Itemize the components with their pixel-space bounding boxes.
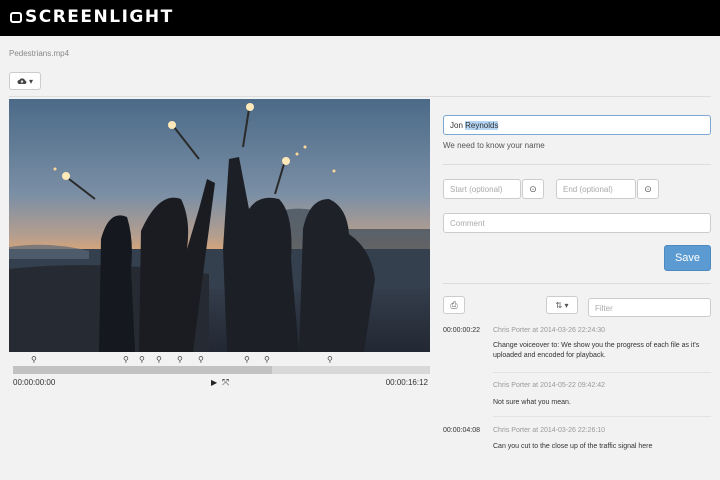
start-clock-button[interactable]: ⊙ (522, 179, 544, 199)
name-input-text: Jon (450, 121, 466, 130)
comment-meta: Chris Porter at 2014-03-26 22:26:10 (493, 427, 606, 434)
clock-icon: ⊙ (644, 183, 652, 194)
print-button[interactable]: ⎙ (443, 296, 465, 314)
logo-mark-icon (10, 11, 22, 23)
video-timeline: ⚲ ⚲ ⚲ ⚲ ⚲ ⚲ ⚲ ⚲ ⚲ 00:00:00:00 ▶ ⤧ 00:00:16:12 (9, 354, 430, 390)
comment-divider (493, 416, 711, 417)
video-frame-image (9, 103, 430, 352)
name-help-text: We need to know your name (443, 141, 545, 150)
clock-icon: ⊙ (529, 183, 537, 194)
comment-text: Not sure what you mean. (493, 399, 571, 406)
comment-marker-icon[interactable]: ⚲ (123, 355, 129, 364)
end-time-input[interactable]: End (optional) (556, 179, 636, 199)
comment-marker-icon[interactable]: ⚲ (264, 355, 270, 364)
divider (443, 283, 711, 284)
sort-icon: ⇅ ▾ (555, 300, 569, 310)
comment-text: Can you cut to the close up of the traff… (493, 443, 653, 450)
name-input[interactable]: Jon Reynolds (443, 115, 711, 135)
upload-dropdown-button[interactable]: ▾ (9, 72, 41, 90)
end-clock-button[interactable]: ⊙ (637, 179, 659, 199)
start-time-input[interactable]: Start (optional) (443, 179, 521, 199)
comment-divider (493, 372, 711, 373)
cloud-upload-icon (17, 78, 27, 84)
comment-timestamp[interactable]: 00:00:04:08 (443, 427, 480, 434)
comment-marker-icon[interactable]: ⚲ (177, 355, 183, 364)
file-name: Pedestrians.mp4 (9, 49, 70, 58)
sort-dropdown-button[interactable]: ⇅ ▾ (546, 296, 578, 314)
comment-marker-icon[interactable]: ⚲ (198, 355, 204, 364)
logo-text: SCREENLIGHT (25, 7, 174, 27)
comment-input[interactable]: Comment (443, 213, 711, 233)
save-button[interactable]: Save (664, 245, 711, 271)
duration: 00:00:16:12 (385, 378, 428, 387)
logo[interactable]: SCREENLIGHT (10, 7, 174, 27)
comment-marker-icon[interactable]: ⚲ (31, 355, 37, 364)
comment-meta: Chris Porter at 2014-03-26 22:24:30 (493, 327, 606, 334)
fullscreen-icon[interactable]: ⤧ (222, 377, 229, 388)
divider (443, 164, 711, 165)
chevron-down-icon: ▾ (28, 76, 33, 86)
name-input-selection: Reynolds (465, 121, 499, 130)
comment-text: Change voiceover to: We show you the pro… (493, 342, 700, 359)
play-icon[interactable]: ▶ (211, 378, 217, 387)
comment-marker-icon[interactable]: ⚲ (327, 355, 333, 364)
comment-markers: ⚲ ⚲ ⚲ ⚲ ⚲ ⚲ ⚲ ⚲ ⚲ (9, 354, 430, 364)
current-time: 00:00:00:00 (13, 378, 56, 387)
comment-timestamp[interactable]: 00:00:00:22 (443, 327, 480, 334)
comment-marker-icon[interactable]: ⚲ (244, 355, 250, 364)
video-player[interactable] (9, 99, 430, 352)
seek-bar-progress (13, 366, 272, 374)
comment-marker-icon[interactable]: ⚲ (139, 355, 145, 364)
seek-bar[interactable] (13, 366, 430, 374)
filter-input[interactable]: Filter (588, 298, 711, 317)
comment-marker-icon[interactable]: ⚲ (156, 355, 162, 364)
comment-meta: Chris Porter at 2014-05-22 09:42:42 (493, 382, 606, 389)
print-icon: ⎙ (450, 299, 458, 310)
comment-panel: Jon Reynolds We need to know your name S… (443, 0, 711, 480)
